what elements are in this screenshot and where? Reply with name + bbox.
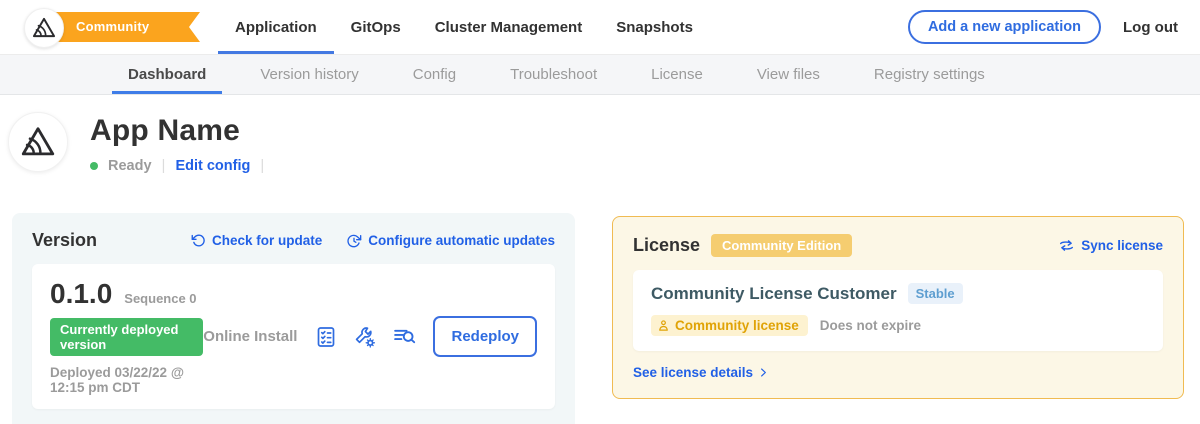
install-type-label: Online Install <box>203 328 297 345</box>
license-card-actions: Sync license <box>1058 238 1163 253</box>
redeploy-button[interactable]: Redeploy <box>433 316 537 357</box>
see-license-details-link[interactable]: See license details <box>633 365 769 380</box>
customer-row: Community License Customer Stable <box>651 283 1145 304</box>
sync-license-link[interactable]: Sync license <box>1058 238 1163 253</box>
sync-license-label: Sync license <box>1081 238 1163 253</box>
wrench-gear-icon <box>353 325 377 349</box>
subtab-dashboard[interactable]: Dashboard <box>112 55 222 94</box>
divider: | <box>162 157 166 174</box>
logout-button[interactable]: Log out <box>1123 19 1178 36</box>
app-header: App Name Ready | Edit config | <box>0 95 1200 205</box>
brand-area: Community Edition <box>0 0 200 54</box>
subtab-license[interactable]: License <box>635 55 719 94</box>
subtab-troubleshoot-label: Troubleshoot <box>510 66 597 83</box>
check-for-update-link[interactable]: Check for update <box>191 233 322 248</box>
tab-snapshots-label: Snapshots <box>616 19 693 36</box>
subtab-view-files-label: View files <box>757 66 820 83</box>
edit-config-link[interactable]: Edit config <box>175 158 250 174</box>
license-type-label: Community license <box>675 318 799 333</box>
version-card-title: Version <box>32 230 97 251</box>
configure-automatic-updates-label: Configure automatic updates <box>368 233 555 248</box>
tab-application[interactable]: Application <box>218 0 334 54</box>
subtab-registry-settings[interactable]: Registry settings <box>858 55 1001 94</box>
tab-cluster-management[interactable]: Cluster Management <box>418 0 600 54</box>
sync-arrows-icon <box>1058 238 1075 253</box>
license-type-row: Community license Does not expire <box>651 315 1145 336</box>
subtab-license-label: License <box>651 66 703 83</box>
replicated-logo-icon <box>31 15 57 41</box>
diff-magnifier-icon <box>392 324 417 349</box>
expiration-text: Does not expire <box>820 318 921 333</box>
app-status-row: Ready | Edit config | <box>90 157 264 174</box>
license-type-badge: Community license <box>651 315 808 336</box>
channel-badge: Stable <box>908 283 963 304</box>
community-edition-ribbon: Community Edition <box>40 12 200 42</box>
add-new-application-button[interactable]: Add a new application <box>908 10 1101 44</box>
tab-snapshots[interactable]: Snapshots <box>599 0 710 54</box>
checklist-icon <box>314 325 338 349</box>
person-icon <box>657 319 670 332</box>
tab-cluster-management-label: Cluster Management <box>435 19 583 36</box>
current-version-panel: 0.1.0 Sequence 0 Currently deployed vers… <box>32 264 555 409</box>
primary-tabs: Application GitOps Cluster Management Sn… <box>218 0 710 54</box>
subtab-registry-settings-label: Registry settings <box>874 66 985 83</box>
sequence-label: Sequence 0 <box>124 291 196 306</box>
license-card-header: License Community Edition Sync license <box>633 234 1163 257</box>
tab-gitops-label: GitOps <box>351 19 401 36</box>
community-edition-badge: Community Edition <box>711 234 852 257</box>
version-number: 0.1.0 <box>50 278 112 310</box>
subtab-version-history[interactable]: Version history <box>244 55 374 94</box>
clock-refresh-icon <box>346 233 362 249</box>
tab-application-label: Application <box>235 19 317 36</box>
app-head-text: App Name Ready | Edit config | <box>90 112 264 174</box>
subtab-view-files[interactable]: View files <box>741 55 836 94</box>
replicated-logo-badge[interactable] <box>24 8 64 48</box>
check-for-update-label: Check for update <box>212 233 322 248</box>
app-avatar <box>8 112 68 172</box>
version-info: 0.1.0 Sequence 0 Currently deployed vers… <box>50 278 203 395</box>
top-navbar: Community Edition Application GitOps Clu… <box>0 0 1200 55</box>
dashboard-cards: Version Check for update Configure autom… <box>0 205 1200 424</box>
preflight-checklist-icon[interactable] <box>313 324 339 350</box>
see-license-details-label: See license details <box>633 365 753 380</box>
customer-name: Community License Customer <box>651 284 897 304</box>
view-diff-icon[interactable] <box>391 324 417 350</box>
subtab-dashboard-label: Dashboard <box>128 66 206 83</box>
version-card-header: Version Check for update Configure autom… <box>32 230 555 251</box>
page-title: App Name <box>90 114 264 148</box>
license-details-panel: Community License Customer Stable Commun… <box>633 270 1163 351</box>
chevron-right-icon <box>758 367 769 378</box>
version-number-row: 0.1.0 Sequence 0 <box>50 278 203 310</box>
divider: | <box>260 157 264 174</box>
app-logo-icon <box>19 123 57 161</box>
configure-automatic-updates-link[interactable]: Configure automatic updates <box>346 233 555 249</box>
version-card-actions: Check for update Configure automatic upd… <box>191 233 555 249</box>
currently-deployed-badge: Currently deployed version <box>50 318 203 356</box>
status-dot <box>90 162 98 170</box>
app-sub-navbar: Dashboard Version history Config Trouble… <box>0 55 1200 95</box>
topnav-right: Add a new application Log out <box>908 0 1200 54</box>
edit-config-wrench-icon[interactable] <box>352 324 378 350</box>
version-actions: Online Install <box>203 316 537 357</box>
deployed-timestamp: Deployed 03/22/22 @ 12:15 pm CDT <box>50 365 203 395</box>
subtab-version-history-label: Version history <box>260 66 358 83</box>
version-card: Version Check for update Configure autom… <box>12 213 575 424</box>
subtab-config[interactable]: Config <box>397 55 472 94</box>
subtab-troubleshoot[interactable]: Troubleshoot <box>494 55 613 94</box>
status-text: Ready <box>108 158 152 174</box>
refresh-icon <box>191 233 206 248</box>
subtab-config-label: Config <box>413 66 456 83</box>
license-card-title: License <box>633 235 700 256</box>
license-card: License Community Edition Sync license C… <box>612 216 1184 399</box>
tab-gitops[interactable]: GitOps <box>334 0 418 54</box>
